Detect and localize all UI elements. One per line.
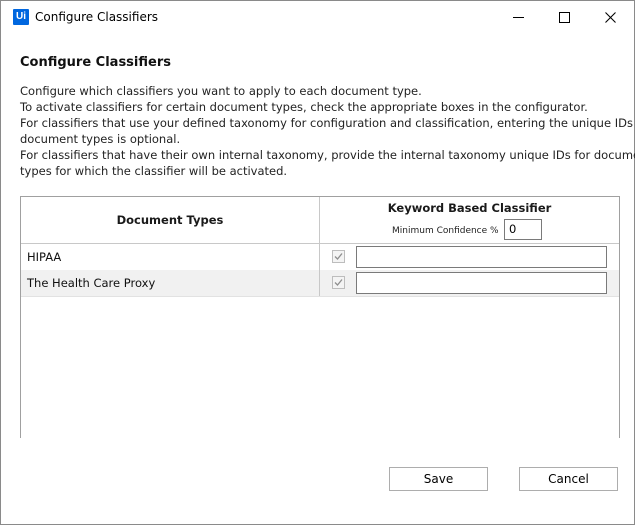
keyword-classifier-header: Keyword Based Classifier Minimum Confide… bbox=[320, 197, 619, 243]
save-button[interactable]: Save bbox=[389, 467, 488, 491]
document-type-label: HIPAA bbox=[27, 250, 62, 264]
configure-classifiers-window: Ui Configure Classifiers Configure Class… bbox=[0, 0, 635, 525]
classifier-configurator-grid: Document Types Keyword Based Classifier … bbox=[20, 196, 620, 438]
taxonomy-id-input[interactable] bbox=[356, 246, 607, 268]
uipath-app-icon: Ui bbox=[13, 9, 29, 25]
minimize-icon bbox=[512, 16, 524, 18]
column-divider bbox=[319, 244, 320, 270]
column-divider bbox=[319, 270, 320, 296]
page-heading: Configure Classifiers bbox=[20, 55, 171, 70]
classifier-checkbox[interactable] bbox=[332, 250, 345, 263]
description-line: Configure which classifiers you want to … bbox=[20, 84, 422, 98]
document-type-label: The Health Care Proxy bbox=[27, 276, 156, 290]
description-line: For classifiers that have their own inte… bbox=[20, 148, 635, 162]
description-line: document types is optional. bbox=[20, 132, 181, 146]
title-bar[interactable]: Ui Configure Classifiers bbox=[1, 1, 634, 33]
table-row: The Health Care Proxy bbox=[21, 270, 619, 297]
min-confidence-input[interactable]: 0 bbox=[504, 219, 542, 240]
close-icon bbox=[604, 11, 616, 23]
maximize-icon bbox=[558, 11, 570, 23]
table-row: HIPAA bbox=[21, 244, 619, 271]
taxonomy-id-input[interactable] bbox=[356, 272, 607, 294]
maximize-button[interactable] bbox=[541, 1, 587, 33]
minimize-button[interactable] bbox=[495, 1, 541, 33]
min-confidence-label: Minimum Confidence % bbox=[392, 226, 499, 236]
description-line: To activate classifiers for certain docu… bbox=[20, 100, 588, 114]
keyword-classifier-title: Keyword Based Classifier bbox=[387, 201, 552, 215]
check-icon bbox=[334, 253, 343, 260]
document-types-header: Document Types bbox=[21, 197, 320, 243]
close-button[interactable] bbox=[587, 1, 633, 33]
window-title: Configure Classifiers bbox=[35, 10, 159, 24]
description-line: For classifiers that use your defined ta… bbox=[20, 116, 635, 130]
cancel-button[interactable]: Cancel bbox=[519, 467, 618, 491]
check-icon bbox=[334, 279, 343, 286]
description-line: types for which the classifier will be a… bbox=[20, 164, 288, 178]
classifier-checkbox[interactable] bbox=[332, 276, 345, 289]
grid-header: Document Types Keyword Based Classifier … bbox=[21, 197, 619, 244]
description-text: Configure which classifiers you want to … bbox=[20, 83, 635, 179]
